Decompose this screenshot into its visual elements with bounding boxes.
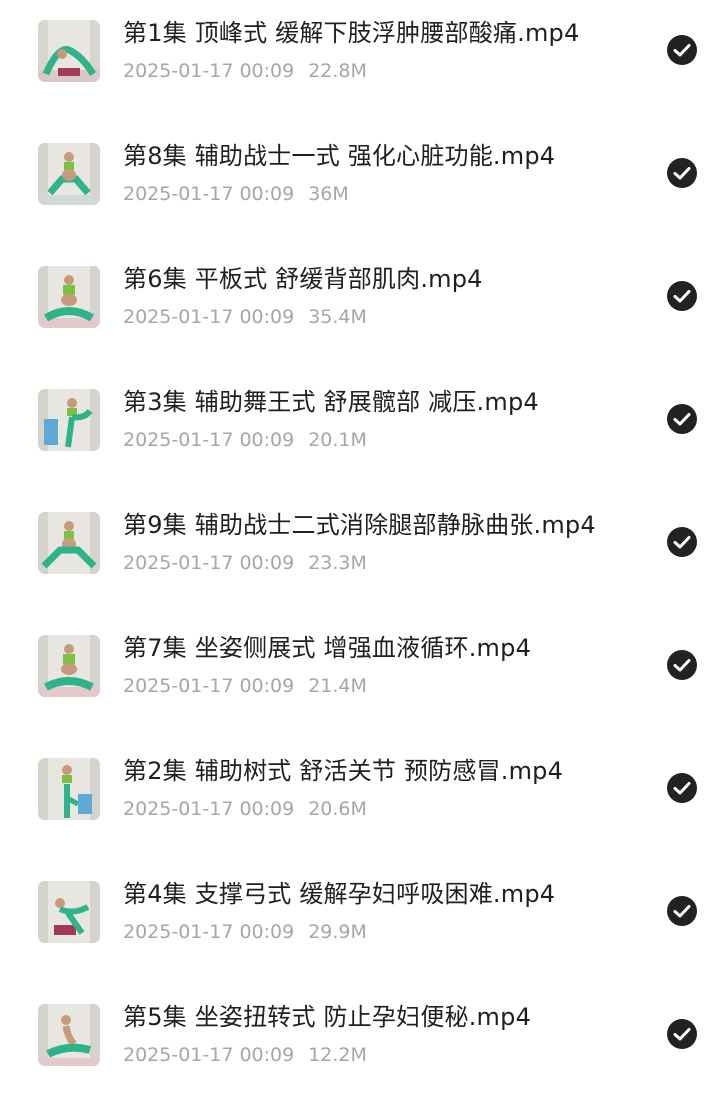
video-thumbnail[interactable] [38, 143, 100, 205]
file-row[interactable]: 第3集 辅助舞王式 舒展髋部 减压.mp4 2025-01-17 00:09 20… [0, 369, 720, 492]
file-row[interactable]: 第8集 辅助战士一式 强化心脏功能.mp4 2025-01-17 00:09 36… [0, 123, 720, 246]
file-date: 2025-01-17 00:09 [123, 921, 295, 943]
check-circle-icon[interactable] [666, 1018, 698, 1050]
check-circle-icon[interactable] [666, 895, 698, 927]
check-circle-icon[interactable] [666, 649, 698, 681]
file-date: 2025-01-17 00:09 [123, 306, 295, 328]
file-date: 2025-01-17 00:09 [123, 552, 295, 574]
file-meta: 2025-01-17 00:09 20.1M [123, 427, 367, 453]
check-circle-icon[interactable] [666, 157, 698, 189]
file-meta: 2025-01-17 00:09 22.8M [123, 58, 367, 84]
file-row[interactable]: 第4集 支撑弓式 缓解孕妇呼吸困难.mp4 2025-01-17 00:09 29… [0, 861, 720, 984]
file-row[interactable]: 第5集 坐姿扭转式 防止孕妇便秘.mp4 2025-01-17 00:09 12.… [0, 984, 720, 1107]
video-thumbnail[interactable] [38, 20, 100, 82]
file-meta: 2025-01-17 00:09 23.3M [123, 550, 367, 576]
file-meta: 2025-01-17 00:09 21.4M [123, 673, 367, 699]
file-meta: 2025-01-17 00:09 12.2M [123, 1042, 367, 1068]
file-date: 2025-01-17 00:09 [123, 1044, 295, 1066]
file-size: 20.1M [308, 429, 367, 451]
video-thumbnail[interactable] [38, 635, 100, 697]
file-size: 36M [308, 183, 349, 205]
file-row[interactable]: 第6集 平板式 舒缓背部肌肉.mp4 2025-01-17 00:09 35.4M [0, 246, 720, 369]
file-date: 2025-01-17 00:09 [123, 675, 295, 697]
file-date: 2025-01-17 00:09 [123, 798, 295, 820]
file-name: 第5集 坐姿扭转式 防止孕妇便秘.mp4 [123, 1003, 532, 1031]
check-circle-icon[interactable] [666, 280, 698, 312]
video-thumbnail[interactable] [38, 758, 100, 820]
file-meta: 2025-01-17 00:09 35.4M [123, 304, 367, 330]
video-thumbnail[interactable] [38, 389, 100, 451]
file-size: 22.8M [308, 60, 367, 82]
file-date: 2025-01-17 00:09 [123, 60, 295, 82]
file-size: 23.3M [308, 552, 367, 574]
file-name: 第9集 辅助战士二式消除腿部静脉曲张.mp4 [123, 511, 596, 539]
file-meta: 2025-01-17 00:09 36M [123, 181, 349, 207]
file-name: 第7集 坐姿侧展式 增强血液循环.mp4 [123, 634, 532, 662]
file-name: 第6集 平板式 舒缓背部肌肉.mp4 [123, 265, 483, 293]
file-row[interactable]: 第9集 辅助战士二式消除腿部静脉曲张.mp4 2025-01-17 00:09 2… [0, 492, 720, 615]
file-row[interactable]: 第7集 坐姿侧展式 增强血液循环.mp4 2025-01-17 00:09 21.… [0, 615, 720, 738]
file-name: 第3集 辅助舞王式 舒展髋部 减压.mp4 [123, 388, 539, 416]
check-circle-icon[interactable] [666, 526, 698, 558]
file-row[interactable]: 第2集 辅助树式 舒活关节 预防感冒.mp4 2025-01-17 00:09 2… [0, 738, 720, 861]
file-meta: 2025-01-17 00:09 29.9M [123, 919, 367, 945]
file-name: 第1集 顶峰式 缓解下肢浮肿腰部酸痛.mp4 [123, 19, 580, 47]
file-name: 第4集 支撑弓式 缓解孕妇呼吸困难.mp4 [123, 880, 556, 908]
file-size: 21.4M [308, 675, 367, 697]
file-size: 12.2M [308, 1044, 367, 1066]
file-size: 20.6M [308, 798, 367, 820]
check-circle-icon[interactable] [666, 772, 698, 804]
file-name: 第8集 辅助战士一式 强化心脏功能.mp4 [123, 142, 556, 170]
file-name: 第2集 辅助树式 舒活关节 预防感冒.mp4 [123, 757, 564, 785]
file-meta: 2025-01-17 00:09 20.6M [123, 796, 367, 822]
file-size: 35.4M [308, 306, 367, 328]
file-row[interactable]: 第1集 顶峰式 缓解下肢浮肿腰部酸痛.mp4 2025-01-17 00:09 2… [0, 0, 720, 123]
video-thumbnail[interactable] [38, 881, 100, 943]
file-date: 2025-01-17 00:09 [123, 429, 295, 451]
check-circle-icon[interactable] [666, 403, 698, 435]
video-thumbnail[interactable] [38, 1004, 100, 1066]
video-thumbnail[interactable] [38, 512, 100, 574]
video-thumbnail[interactable] [38, 266, 100, 328]
check-circle-icon[interactable] [666, 34, 698, 66]
file-date: 2025-01-17 00:09 [123, 183, 295, 205]
file-size: 29.9M [308, 921, 367, 943]
file-list: 第1集 顶峰式 缓解下肢浮肿腰部酸痛.mp4 2025-01-17 00:09 2… [0, 0, 720, 1100]
